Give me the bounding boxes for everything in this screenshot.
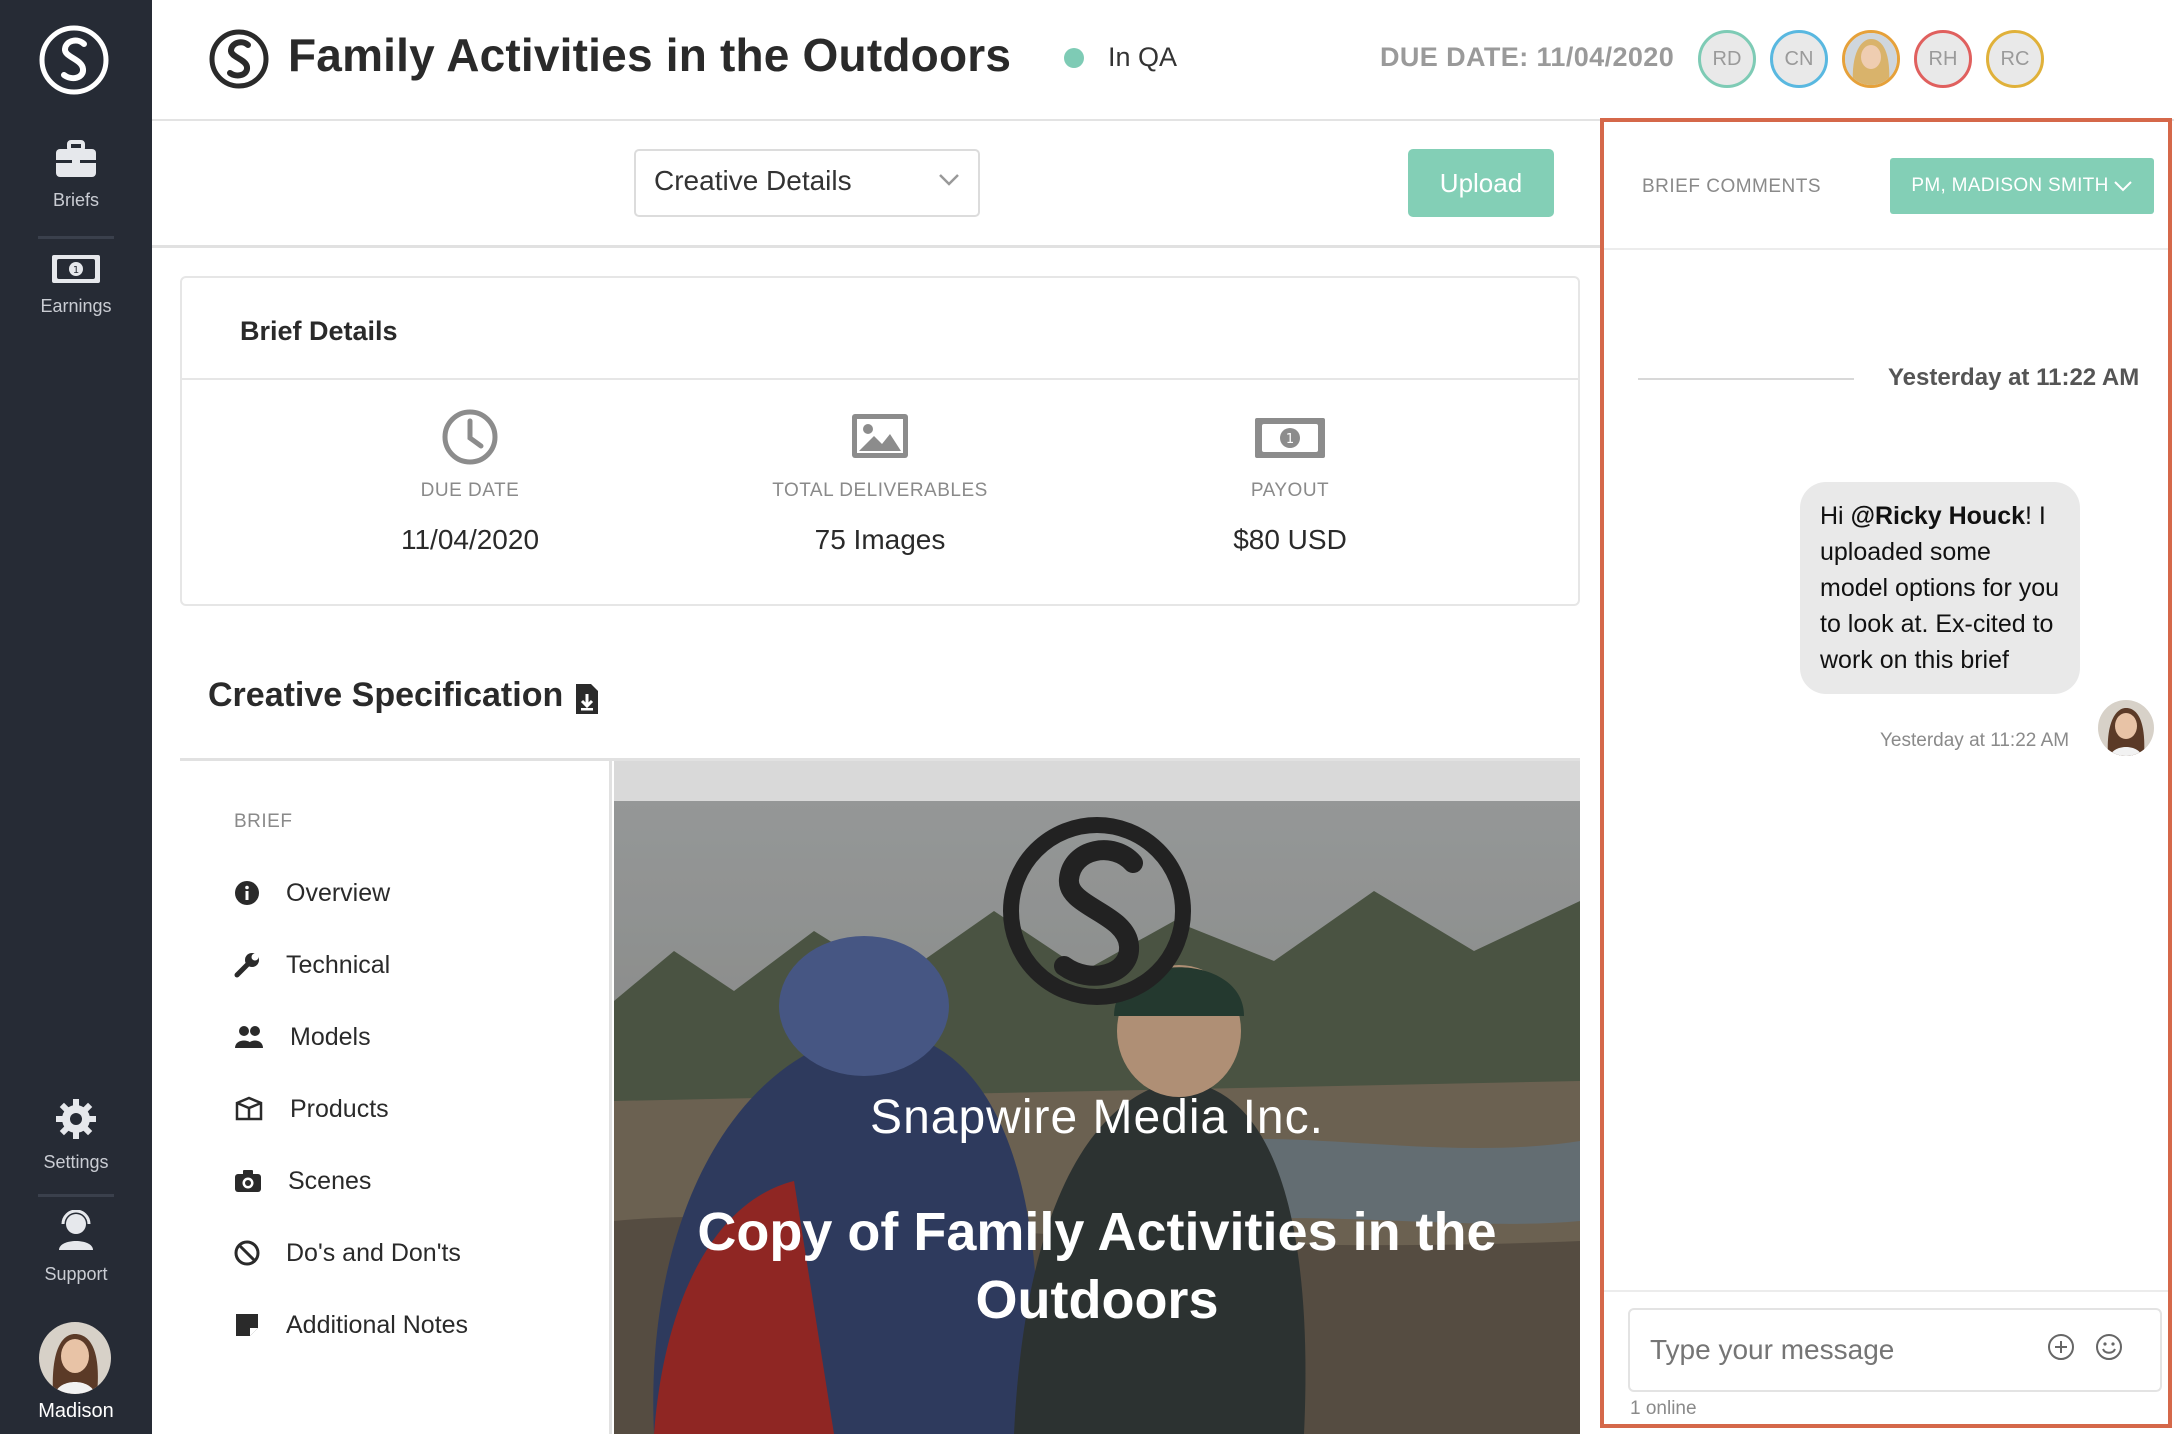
sidebar-item-label: Settings — [43, 1152, 109, 1172]
nav-item-label: Overview — [286, 878, 391, 907]
nav-item-label: Scenes — [288, 1166, 372, 1195]
nav-item-scenes[interactable]: Scenes — [234, 1161, 371, 1201]
online-count: 1 online — [1630, 1398, 1697, 1419]
nav-item-label: Additional Notes — [286, 1310, 469, 1339]
snapwire-logo-icon[interactable] — [38, 24, 110, 96]
stat-value: 11/04/2020 — [400, 524, 540, 555]
camera-icon — [235, 1170, 261, 1192]
message-mention[interactable]: @Ricky Houck — [1851, 502, 2025, 530]
briefcase-icon — [56, 140, 96, 177]
nav-item-products[interactable]: Products — [234, 1089, 389, 1129]
message-bubble: Hi @Ricky Houck! I uploaded some model o… — [1800, 482, 2080, 694]
svg-text:1: 1 — [1286, 432, 1294, 447]
cover-title: Copy of Family Activities in the Outdoor… — [697, 1202, 1497, 1330]
avatar-cn[interactable]: CN — [1770, 30, 1828, 88]
brief-nav: BRIEF Overview Technical Models Products — [180, 761, 612, 1434]
stat-value: 75 Images — [814, 524, 946, 555]
avatar-rc[interactable]: RC — [1986, 30, 2044, 88]
brief-logo-icon — [209, 29, 269, 89]
input-divider — [1604, 1290, 2168, 1292]
money-icon: 1 — [52, 255, 100, 283]
note-icon — [236, 1314, 258, 1336]
page-title: Family Activities in the Outdoors — [288, 29, 1012, 81]
recipient-select-button[interactable]: PM, MADISON SMITH — [1890, 158, 2154, 214]
chevron-down-icon — [2113, 181, 2132, 192]
avatar-rd[interactable]: RD — [1698, 30, 1756, 88]
stat-payout: 1 PAYOUT $80 USD — [1140, 408, 1440, 556]
money-icon: 1 — [1255, 418, 1325, 458]
nav-item-label: Products — [290, 1094, 389, 1123]
status-badge: In QA — [1108, 42, 1178, 72]
date-divider-line — [1638, 378, 1854, 380]
users-icon — [235, 1026, 263, 1048]
sidebar-divider — [38, 1194, 114, 1197]
download-doc-icon[interactable] — [574, 682, 600, 716]
sidebar: Briefs 1 Earnings Settings Support Madis… — [0, 0, 152, 1434]
chevron-down-icon — [939, 174, 959, 186]
creative-spec-title: Creative Specification — [208, 676, 564, 714]
sidebar-item-label: Briefs — [52, 190, 99, 210]
nav-item-dos-and-donts[interactable]: Do's and Don'ts — [234, 1233, 461, 1273]
brief-details-card: Brief Details DUE DATE 11/04/2020 TOTAL … — [180, 276, 1580, 606]
emoji-icon[interactable] — [2094, 1332, 2124, 1362]
sidebar-item-support[interactable]: Support — [0, 1210, 152, 1285]
gear-icon — [56, 1099, 96, 1139]
due-date-label: DUE DATE: 11/04/2020 — [1380, 42, 1675, 72]
nav-item-technical[interactable]: Technical — [234, 945, 390, 985]
nav-item-label: Technical — [286, 950, 391, 979]
image-icon — [852, 414, 908, 458]
status-dot-icon — [1064, 48, 1084, 68]
sidebar-divider — [38, 236, 114, 239]
stat-value: $80 USD — [1233, 524, 1347, 555]
info-icon — [235, 881, 259, 905]
stat-due-date: DUE DATE 11/04/2020 — [320, 408, 620, 556]
message-sender-avatar — [2098, 700, 2154, 756]
message-input[interactable] — [1628, 1308, 2162, 1392]
svg-text:1: 1 — [73, 265, 79, 276]
stat-label: DUE DATE — [420, 480, 520, 501]
add-attachment-icon[interactable] — [2046, 1332, 2076, 1362]
brief-comments-panel: BRIEF COMMENTS PM, MADISON SMITH Yesterd… — [1600, 118, 2172, 1428]
upload-button[interactable]: Upload — [1408, 149, 1554, 217]
nav-item-label: Models — [290, 1022, 371, 1051]
toolbar: Creative Details Upload — [152, 121, 1600, 248]
card-divider — [182, 378, 1578, 380]
nav-item-models[interactable]: Models — [234, 1017, 371, 1057]
avatar-photo — [39, 1322, 111, 1394]
brief-details-title: Brief Details — [240, 316, 398, 346]
brief-nav-label: BRIEF — [234, 811, 293, 832]
stat-label: TOTAL DELIVERABLES — [772, 480, 988, 501]
recipient-label: PM, MADISON SMITH — [1911, 175, 2109, 196]
stat-label: PAYOUT — [1250, 480, 1330, 501]
cover-company-name: Snapwire Media Inc. — [870, 1091, 1324, 1144]
avatar-rh[interactable]: RH — [1914, 30, 1972, 88]
avatar-photo[interactable] — [1842, 30, 1900, 88]
sidebar-item-earnings[interactable]: 1 Earnings — [0, 254, 152, 317]
nav-item-overview[interactable]: Overview — [234, 873, 390, 913]
box-icon — [235, 1096, 263, 1121]
nav-item-additional-notes[interactable]: Additional Notes — [234, 1305, 468, 1345]
page-header: Family Activities in the Outdoors In QA … — [152, 0, 2174, 121]
date-divider: Yesterday at 11:22 AM — [1888, 364, 2140, 391]
ban-icon — [234, 1240, 260, 1266]
section-select-value: Creative Details — [654, 165, 852, 196]
sidebar-item-briefs[interactable]: Briefs — [0, 140, 152, 211]
comments-title: BRIEF COMMENTS — [1642, 176, 1822, 197]
sidebar-item-label: Earnings — [40, 296, 112, 316]
clock-icon — [442, 409, 498, 465]
user-avatar[interactable] — [39, 1322, 111, 1394]
support-icon — [59, 1210, 93, 1250]
sidebar-item-label: Support — [44, 1264, 108, 1284]
section-select[interactable]: Creative Details — [634, 149, 980, 217]
sidebar-item-settings[interactable]: Settings — [0, 1098, 152, 1173]
wrench-icon — [234, 953, 259, 978]
comments-header: BRIEF COMMENTS PM, MADISON SMITH — [1604, 122, 2168, 250]
user-name: Madison — [38, 1400, 114, 1422]
message-timestamp: Yesterday at 11:22 AM — [1880, 730, 2070, 751]
stat-total-deliverables: TOTAL DELIVERABLES 75 Images — [730, 408, 1030, 556]
message-text: Hi — [1820, 502, 1851, 530]
nav-item-label: Do's and Don'ts — [286, 1238, 461, 1267]
